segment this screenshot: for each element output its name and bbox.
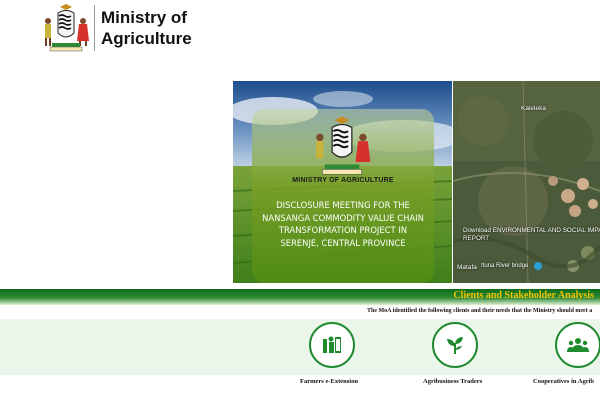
site-brand[interactable]: Ministry of Agriculture <box>101 7 192 49</box>
news-slide[interactable]: MINISTRY OF AGRICULTURE DISCLOSURE MEETI… <box>233 81 452 283</box>
site-header: Ministry of Agriculture <box>0 0 600 70</box>
map-bridge-label: Ituna River bridge <box>481 263 529 269</box>
brand-line-2: Agriculture <box>101 29 192 48</box>
announcement-card[interactable]: MINISTRY OF AGRICULTURE DISCLOSURE MEETI… <box>252 109 434 283</box>
client-label-farmers[interactable]: Farmers e-Extension <box>300 378 358 385</box>
card-ministry-label: MINISTRY OF AGRICULTURE <box>292 177 394 184</box>
group-icon <box>567 338 589 352</box>
farmers-icon <box>323 336 341 353</box>
map-pin-icon[interactable] <box>534 262 542 270</box>
section-intro: The MoA identified the following clients… <box>367 308 593 314</box>
client-card-farmers[interactable] <box>309 322 355 368</box>
client-card-cooperatives[interactable] <box>555 322 600 368</box>
map-place-label: Kaleleka <box>521 105 546 112</box>
client-label-cooperatives[interactable]: Cooperatives in Agrib <box>533 378 594 385</box>
map-town-label: Matafa <box>457 264 477 271</box>
project-map[interactable]: Kaleleka Download ENVIRONMENTAL AND SOCI… <box>453 81 600 283</box>
section-band: Clients and Stakeholder Analysis <box>0 289 600 305</box>
client-card-agribusiness[interactable] <box>432 322 478 368</box>
download-report-link[interactable]: Download ENVIRONMENTAL AND SOCIAL IMPA F… <box>463 227 600 243</box>
section-title: Clients and Stakeholder Analysis <box>453 290 594 301</box>
brand-line-1: Ministry of <box>101 8 187 27</box>
coat-of-arms-icon[interactable] <box>40 3 92 53</box>
coat-of-arms-icon <box>316 116 371 175</box>
plant-icon <box>447 337 463 354</box>
header-divider <box>94 5 95 51</box>
card-headline[interactable]: DISCLOSURE MEETING FOR THE NANSANGA COMM… <box>262 199 424 249</box>
clients-panel <box>0 319 600 375</box>
client-label-agribusiness[interactable]: Agribusiness Traders <box>423 378 482 385</box>
